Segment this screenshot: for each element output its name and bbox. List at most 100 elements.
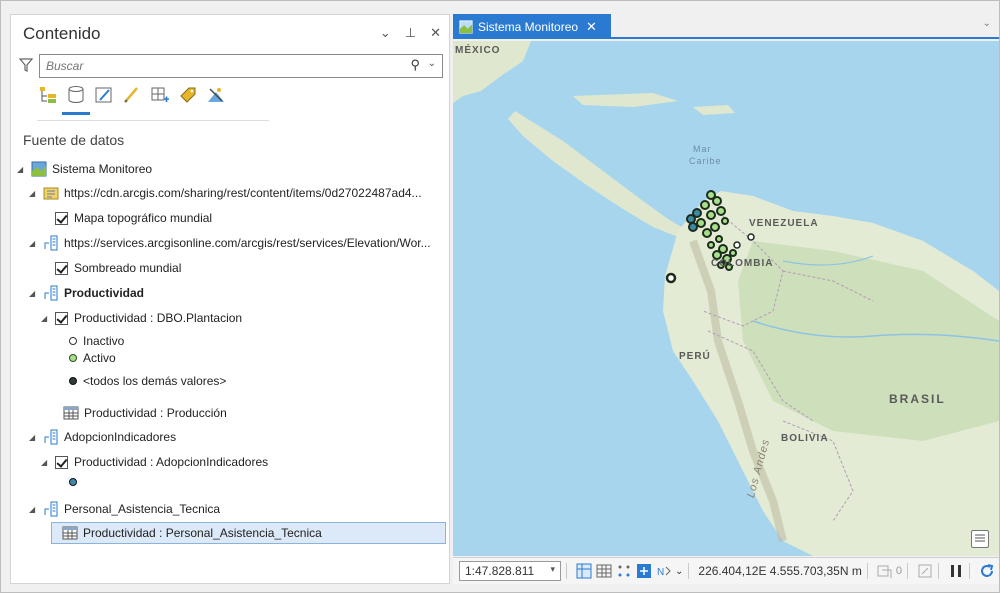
legend-item-adopcion-symbol[interactable] [69,473,83,490]
plantation-point-inactive [733,241,741,249]
tree-item-personal-db[interactable]: ◢ Personal_Asistencia_Tecnica [29,498,220,520]
dynamic-constraints-icon[interactable] [616,563,632,579]
list-by-data-source-icon[interactable] [62,84,90,115]
search-box: ⚲ ⌄ [39,54,443,78]
active-symbol-icon [69,353,77,362]
map-label-venezuela: VENEZUELA [749,218,819,229]
grid-snap-icon[interactable] [576,563,592,579]
map-label-caribe: Caribe [689,156,722,166]
tree-item-personal-table[interactable]: Productividad : Personal_Asistencia_Tecn… [51,522,446,544]
tree-item-adopcion-layer[interactable]: ◢ Productividad : AdopcionIndicadores [41,451,268,473]
tree-item-productividad-db[interactable]: ◢ Productividad [29,282,144,304]
expand-triangle-icon[interactable]: ◢ [41,458,51,467]
plantation-point-inactive [665,272,677,284]
tree-item-label: https://services.arcgisonline.com/arcgis… [64,236,431,250]
data-source-section-label: Fuente de datos [23,132,125,148]
expand-triangle-icon[interactable]: ◢ [17,165,27,174]
plantation-point [716,206,726,216]
contents-view-toolbar [37,84,269,121]
list-by-perspective-imagery-icon[interactable] [205,84,227,106]
map-label-brasil: BRASIL [889,392,946,406]
plantation-point [700,200,710,210]
table-icon [63,406,79,420]
tab-sistema-monitoreo[interactable]: Sistema Monitoreo ✕ [453,14,611,39]
plantation-point-inactive [747,233,755,241]
snapping-toggle-icon[interactable] [636,563,652,579]
tree-item-produccion-table[interactable]: Productividad : Producción [63,402,227,424]
visibility-checkbox[interactable] [55,261,68,275]
map-label-mexico: MÉXICO [455,45,501,56]
map-label-peru: PERÚ [679,351,711,362]
tree-item-hillshade-layer[interactable]: Sombreado mundial [55,257,181,279]
expand-triangle-icon[interactable]: ◢ [29,289,39,298]
legend-item-other-values[interactable]: <todos los demás valores> [69,372,226,389]
tree-item-topo-layer[interactable]: Mapa topográfico mundial [55,207,212,229]
refresh-icon[interactable] [979,563,995,579]
list-by-selection-icon[interactable] [93,84,115,106]
contents-pane-title: Contenido [23,24,101,43]
tree-item-label: Mapa topográfico mundial [74,211,213,225]
expand-triangle-icon[interactable]: ◢ [41,314,51,323]
visibility-checkbox[interactable] [55,455,68,469]
tree-item-map[interactable]: ◢ Sistema Monitoreo [17,158,152,180]
pin-icon[interactable]: ⊥ [405,25,416,41]
selected-features-icon[interactable] [877,563,893,579]
map-label-colombia: COLOMBIA [711,258,774,269]
list-by-snapping-icon[interactable] [149,84,171,106]
scale-selector[interactable]: 1:47.828.811 ▾ [459,561,561,581]
svg-text:N: N [657,567,664,578]
expand-triangle-icon[interactable]: ◢ [29,433,39,442]
map-label-mar: Mar [693,144,712,154]
database-icon [44,429,58,445]
pause-drawing-icon[interactable] [948,563,964,579]
search-options-chevron-icon[interactable]: ⌄ [428,58,436,69]
plantation-point [706,210,716,220]
clear-selection-icon[interactable] [917,563,933,579]
map-status-bar: 1:47.828.811 ▾ N ⌄ 226.404,12E 4.555.703… [453,557,999,584]
tree-item-label: Personal_Asistencia_Tecnica [64,502,221,516]
close-tab-icon[interactable]: ✕ [586,19,597,35]
tab-menu-chevron-icon[interactable]: ⌄ [983,18,991,29]
basemap [453,41,999,556]
map-legend-toggle-icon[interactable] [971,530,989,548]
plantation-point [715,235,723,243]
list-by-labeling-icon[interactable] [177,84,199,106]
close-icon[interactable]: ✕ [430,25,441,41]
vector-tile-source-icon [43,187,59,200]
filter-icon[interactable] [19,57,33,73]
legend-label: <todos los demás valores> [83,373,227,388]
expand-triangle-icon[interactable]: ◢ [29,189,39,198]
legend-item-inactivo[interactable]: Inactivo [69,332,124,349]
status-divider [866,563,868,579]
expand-triangle-icon[interactable]: ◢ [29,505,39,514]
map-view[interactable]: MÉXICO Mar Caribe VENEZUELA COLOMBIA PER… [453,41,999,556]
map-label-bolivia: BOLIVIA [781,433,829,444]
legend-label: Activo [83,350,116,365]
tree-item-elevation-service[interactable]: ◢ https://services.arcgisonline.com/arcg… [29,232,431,254]
tree-item-plantacion-layer[interactable]: ◢ Productividad : DBO.Plantacion [41,307,242,329]
status-divider [937,563,939,579]
contents-pane-header: Contenido ⌄ ⊥ ✕ [11,15,449,51]
grid-icon[interactable] [596,563,612,579]
legend-item-activo[interactable]: Activo [69,349,116,366]
navigation-chevron-icon[interactable]: ⌄ [675,566,683,577]
tree-item-label: AdopcionIndicadores [64,430,177,444]
list-by-editing-icon[interactable] [121,84,143,106]
tree-item-adopcion-db[interactable]: ◢ AdopcionIndicadores [29,426,176,448]
visibility-checkbox[interactable] [55,211,68,225]
visibility-checkbox[interactable] [55,311,68,325]
search-input[interactable] [46,56,386,76]
tree-item-label: Productividad : Personal_Asistencia_Tecn… [83,526,322,540]
tree-item-label: https://cdn.arcgis.com/sharing/rest/cont… [64,186,422,200]
contents-pane: Contenido ⌄ ⊥ ✕ ⚲ ⌄ [10,14,450,584]
plantation-point [688,222,698,232]
north-arrow-icon[interactable]: N [656,563,672,579]
scale-dropdown-chevron-icon[interactable]: ▾ [550,564,555,575]
tree-item-vector-source[interactable]: ◢ https://cdn.arcgis.com/sharing/rest/co… [29,182,422,204]
plantation-point [710,222,720,232]
expand-triangle-icon[interactable]: ◢ [29,239,39,248]
pane-options-icon[interactable]: ⌄ [380,25,391,41]
list-by-drawing-order-icon[interactable] [37,84,59,106]
search-icon[interactable]: ⚲ [410,57,420,73]
plantation-point [696,218,706,228]
